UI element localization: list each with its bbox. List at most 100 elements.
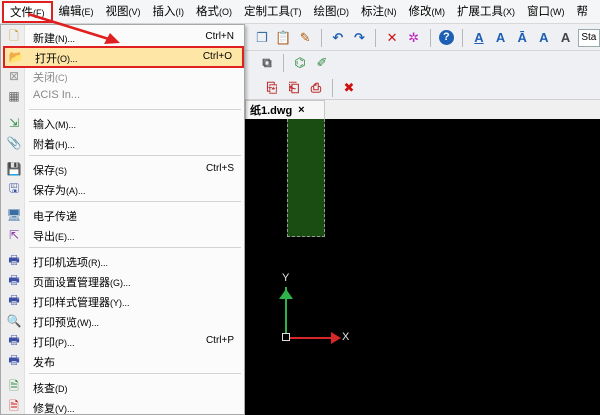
menu-format[interactable]: 格式(O): [190, 0, 238, 24]
menu-item-print[interactable]: 🖶 打印(P)... Ctrl+P: [3, 331, 244, 351]
menu-item-new-shortcut: Ctrl+N: [205, 31, 234, 42]
menu-item-new-key: (N)...: [55, 34, 75, 44]
layer-freeze-icon[interactable]: ✐: [313, 54, 331, 72]
menu-format-key: (O): [219, 6, 232, 17]
attach-icon: 📎: [6, 136, 22, 150]
menu-extension-tools[interactable]: 扩展工具(X): [451, 0, 521, 24]
menu-item-publish[interactable]: 🖶 发布: [3, 351, 244, 371]
menu-item-close-key: (C): [55, 73, 68, 83]
export-icon: ⇱: [8, 228, 20, 242]
menu-item-etransmit[interactable]: 🖥 电子传递: [3, 205, 244, 225]
menu-item-etransmit-label: 电子传递: [33, 211, 77, 223]
menu-file-label: 文件: [10, 6, 33, 19]
menu-item-recover-key: (V)...: [55, 404, 75, 414]
audit-icon: 🗎: [9, 378, 19, 393]
menu-modify[interactable]: 修改(M): [403, 0, 452, 24]
menu-insert-label: 插入: [152, 5, 176, 18]
menu-item-open-label: 打开: [35, 53, 57, 65]
menu-item-page-setup[interactable]: 🖶 页面设置管理器(G)...: [3, 271, 244, 291]
menu-draw-label: 绘图: [313, 5, 337, 18]
menu-item-acis-in[interactable]: ▦ ACIS In...: [3, 86, 244, 106]
text-font-icon[interactable]: A: [557, 29, 575, 47]
menu-separator: [29, 155, 241, 156]
menu-item-save[interactable]: 💾 保存(S) Ctrl+S: [3, 159, 244, 179]
menu-item-import[interactable]: ⇲ 输入(M)...: [3, 113, 244, 133]
menu-dimension[interactable]: 标注(N): [355, 0, 403, 24]
block-save-icon[interactable]: ⎙: [307, 79, 325, 97]
menu-file-key: (F): [33, 7, 45, 18]
menu-edit[interactable]: 编辑(E): [53, 0, 100, 24]
document-tab-label: 纸1.dwg: [250, 105, 293, 117]
menu-item-import-label: 输入: [33, 119, 55, 131]
block-delete-icon[interactable]: ✖: [340, 79, 358, 97]
menu-item-open-shortcut: Ctrl+O: [202, 51, 232, 62]
copy-icon[interactable]: ❐: [253, 29, 271, 47]
ucs-origin-icon: [282, 333, 290, 341]
block-insert-icon[interactable]: ⎘: [263, 79, 281, 97]
menu-item-open-key: (O)...: [57, 54, 78, 64]
file-menu-dropdown: 🗋 新建(N)... Ctrl+N 📂 打开(O)... Ctrl+O ⊠ 关闭…: [0, 24, 245, 415]
acis-icon: ▦: [8, 89, 20, 103]
help-icon[interactable]: ?: [438, 29, 456, 47]
menu-item-open[interactable]: 📂 打开(O)... Ctrl+O: [3, 46, 244, 68]
save-icon: 💾: [6, 162, 22, 176]
menu-item-close[interactable]: ⊠ 关闭(C): [3, 66, 244, 86]
menu-help[interactable]: 帮: [571, 0, 595, 24]
layer-states-icon[interactable]: ⧉: [258, 54, 276, 72]
menu-draw[interactable]: 绘图(D): [308, 0, 356, 24]
menu-item-plot-style[interactable]: 🖶 打印样式管理器(Y)...: [3, 291, 244, 311]
menu-insert[interactable]: 插入(I): [147, 0, 191, 24]
menu-dimension-label: 标注: [361, 5, 384, 18]
menu-item-attach[interactable]: 📎 附着(H)...: [3, 133, 244, 153]
menu-item-export-label: 导出: [33, 231, 55, 243]
menu-item-save-as[interactable]: 🖫 保存为(A)...: [3, 179, 244, 199]
menu-insert-key: (I): [175, 6, 185, 17]
layer-iso-icon[interactable]: ⌬: [291, 54, 309, 72]
drawn-rectangle[interactable]: [287, 119, 325, 237]
document-tab-close-icon[interactable]: ×: [298, 104, 304, 116]
menu-format-label: 格式: [196, 5, 219, 18]
menu-item-save-as-label: 保存为: [33, 185, 66, 197]
delete-icon[interactable]: ✕: [383, 29, 401, 47]
text-edit-icon[interactable]: Ā: [513, 29, 531, 47]
erase-icon[interactable]: ✲: [405, 29, 423, 47]
menu-item-new-label: 新建: [33, 33, 55, 45]
print-icon: 🖶: [8, 332, 20, 347]
menu-view[interactable]: 视图(V): [100, 0, 147, 24]
paste-icon[interactable]: 📋: [275, 29, 293, 47]
menu-item-save-shortcut: Ctrl+S: [205, 163, 234, 174]
block-edit-icon[interactable]: ⎗: [285, 79, 303, 97]
text-style-select[interactable]: Sta: [578, 28, 600, 47]
match-properties-icon[interactable]: ✎: [296, 29, 314, 47]
menu-window[interactable]: 窗口(W): [521, 0, 571, 24]
menu-item-recover[interactable]: 🗎 修复(V)...: [3, 397, 244, 415]
redo-icon[interactable]: ↷: [351, 29, 369, 47]
menu-item-export[interactable]: ⇱ 导出(E)...: [3, 225, 244, 245]
text-format-icon[interactable]: A: [535, 29, 553, 47]
undo-icon[interactable]: ↶: [329, 29, 347, 47]
menu-item-save-as-key: (A)...: [66, 186, 86, 196]
text-style-icon[interactable]: A: [470, 29, 488, 47]
menu-item-print-preview[interactable]: 🔍 打印预览(W)...: [3, 311, 244, 331]
menu-custom-tools[interactable]: 定制工具(T): [238, 0, 308, 24]
menu-extension-tools-label: 扩展工具: [457, 5, 503, 18]
menu-item-audit-key: (D): [55, 384, 68, 394]
menu-item-new[interactable]: 🗋 新建(N)... Ctrl+N: [3, 27, 244, 47]
publish-icon: 🖶: [8, 352, 20, 367]
menu-item-audit[interactable]: 🗎 核查(D): [3, 377, 244, 397]
menu-item-plot-style-key: (Y)...: [110, 298, 130, 308]
document-tab[interactable]: 纸1.dwg ×: [245, 100, 325, 119]
drawing-canvas[interactable]: Y X: [245, 119, 600, 415]
menu-item-attach-key: (H)...: [55, 140, 75, 150]
menu-item-recover-label: 修复: [33, 403, 55, 415]
menu-window-key: (W): [550, 6, 565, 17]
menu-file[interactable]: 文件(F): [2, 0, 53, 23]
menu-draw-key: (D): [336, 6, 350, 17]
toolbar-separator: [320, 28, 322, 47]
menu-view-label: 视图: [105, 5, 129, 18]
printer-options-icon: 🖶: [8, 252, 20, 267]
text-size-icon[interactable]: A: [492, 29, 510, 47]
menu-item-attach-label: 附着: [33, 139, 55, 151]
menu-item-printer-options-label: 打印机选项: [33, 257, 88, 269]
menu-item-printer-options[interactable]: 🖶 打印机选项(R)...: [3, 251, 244, 271]
